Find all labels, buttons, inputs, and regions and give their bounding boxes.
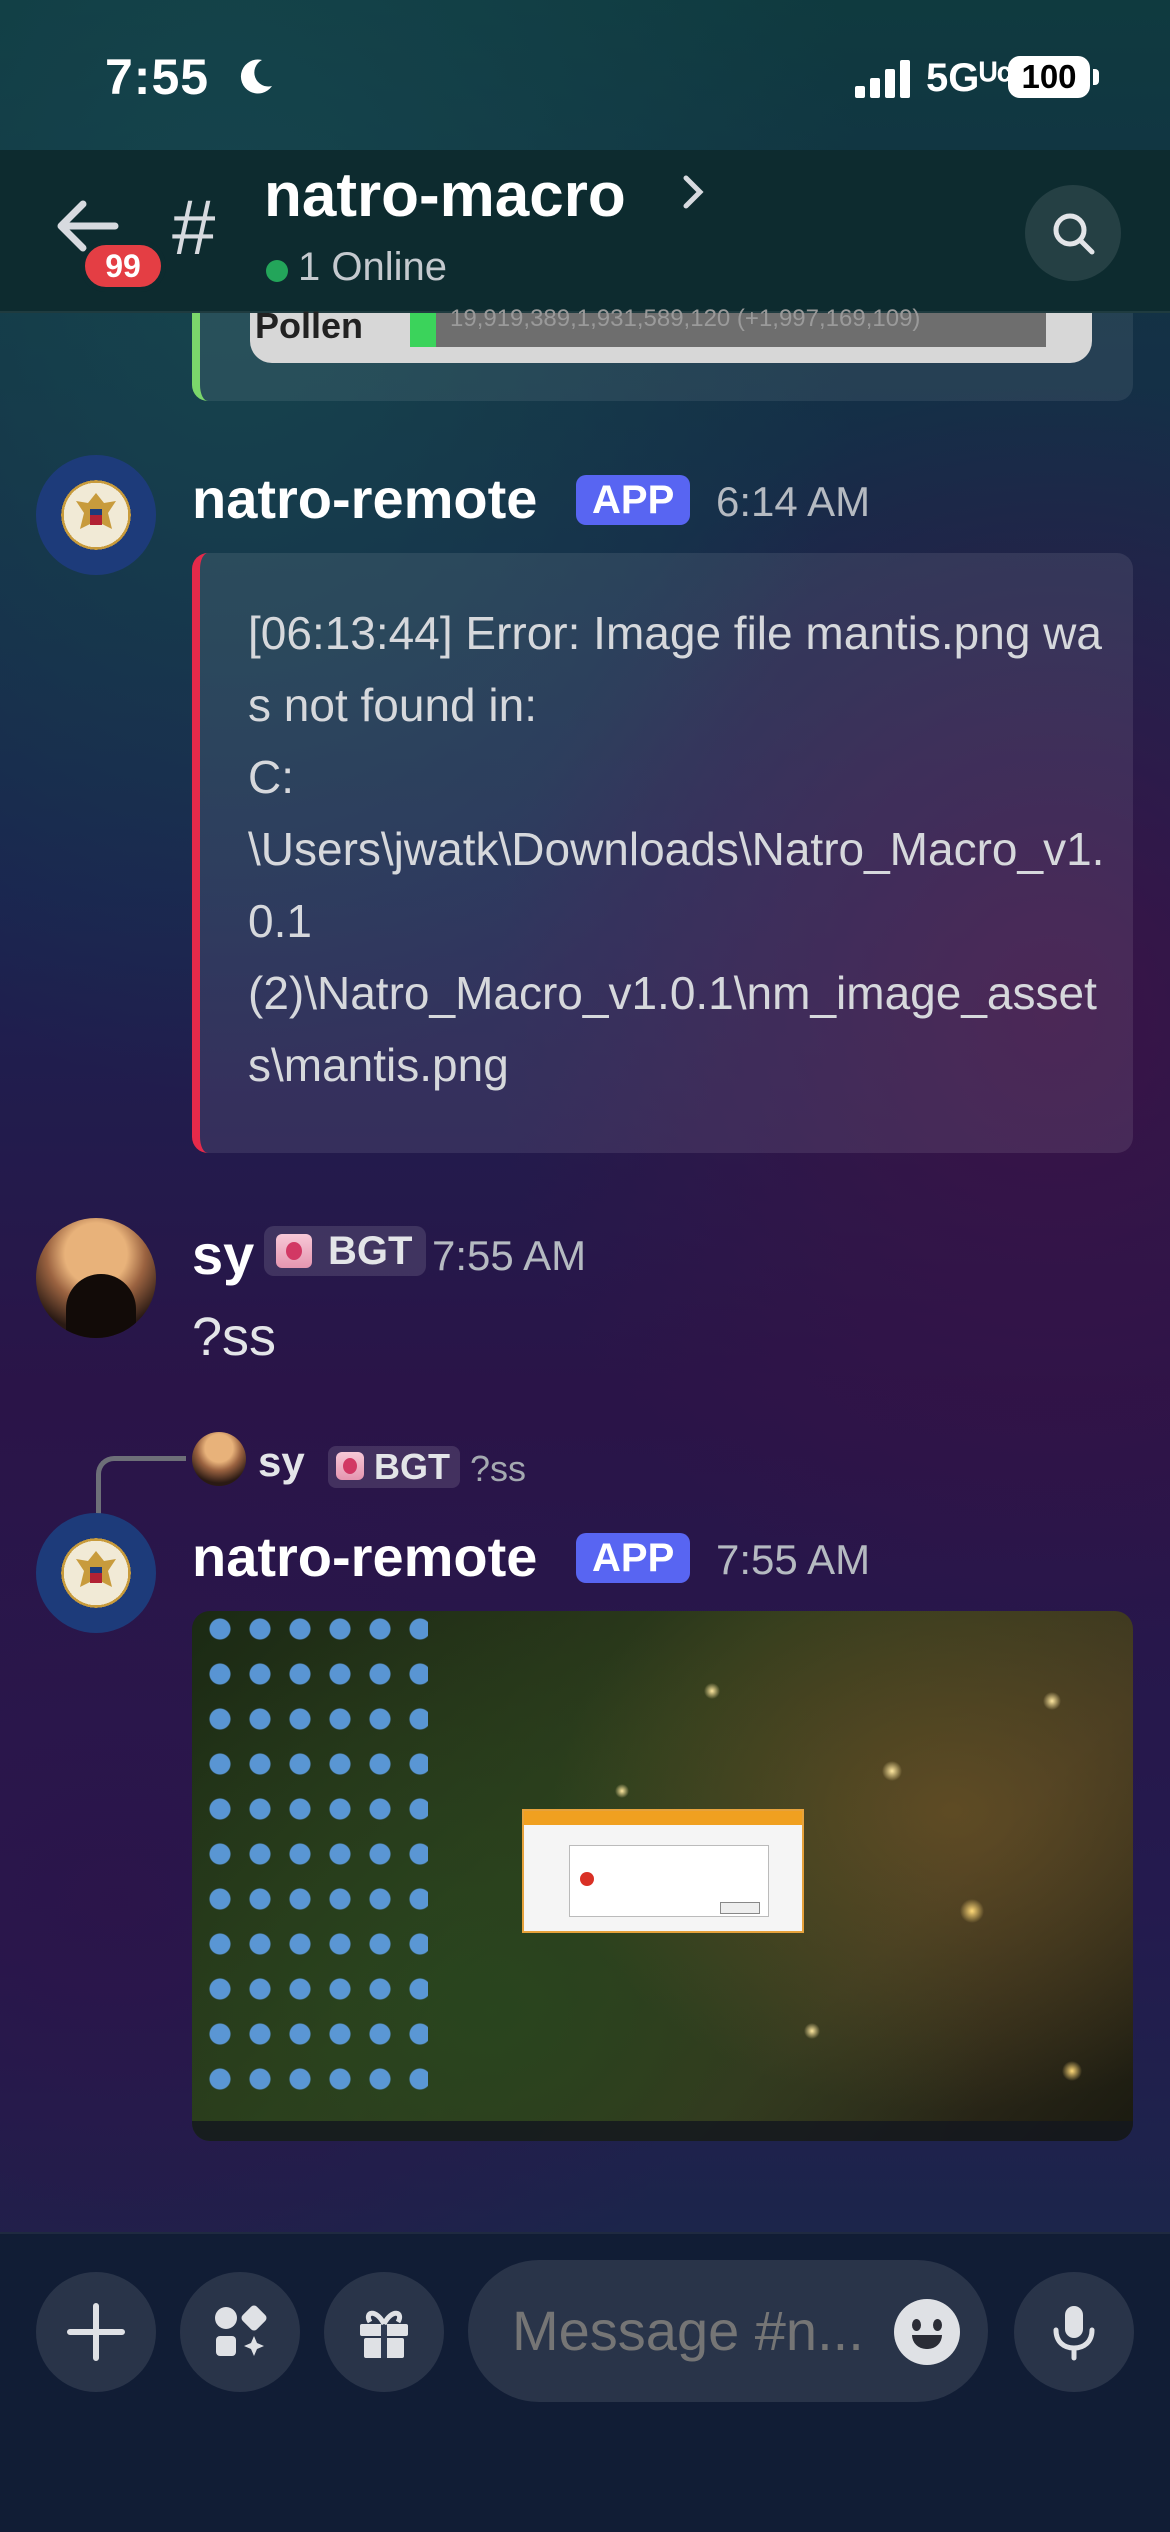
unread-badge: 99 (80, 240, 166, 292)
previous-embed-label: Pollen (255, 305, 364, 346)
reply-avatar (192, 1432, 246, 1486)
error-icon (580, 1872, 594, 1886)
role-icon (336, 1452, 364, 1480)
dialog-inner (569, 1845, 769, 1917)
online-status: 1 Online (298, 245, 447, 289)
moon-icon (240, 59, 272, 94)
role-tag: BGT (264, 1226, 427, 1276)
screenshot-attachment[interactable] (192, 1611, 1133, 2141)
network-label: 5Gᵁᶜ (926, 56, 1012, 100)
add-button[interactable] (36, 2272, 156, 2392)
taskbar (192, 2121, 1133, 2141)
role-icon (276, 1234, 312, 1268)
search-icon (1053, 213, 1095, 255)
avatar[interactable] (36, 455, 156, 575)
dialog-ok-button (720, 1902, 760, 1914)
app-tag: APP (576, 1533, 691, 1583)
message-author[interactable]: sy (192, 1222, 254, 1287)
channel-hash-icon: # (172, 183, 216, 271)
online-dot (266, 260, 288, 282)
voice-button[interactable] (1014, 2272, 1134, 2392)
avatar[interactable] (36, 1218, 156, 1338)
status-bar: 7:55 5Gᵁᶜ 100 (0, 0, 1170, 150)
emoji-mouth (912, 2335, 942, 2349)
eagle-seal-icon (76, 1551, 116, 1587)
emoji-icon[interactable] (894, 2299, 960, 2365)
role-label: BGT (328, 1229, 413, 1273)
microphone-icon (1053, 2306, 1095, 2361)
search-button[interactable] (1025, 185, 1121, 281)
dialog-titlebar (524, 1811, 802, 1825)
eagle-seal-icon (76, 493, 116, 529)
gift-icon (360, 2310, 408, 2358)
message-timestamp: 7:55 AM (716, 1536, 871, 1583)
message-author[interactable]: natro-remote (192, 466, 537, 531)
app-tag: APP (576, 475, 691, 525)
avatar[interactable] (36, 1513, 156, 1633)
channel-name[interactable]: natro-macro (264, 160, 626, 231)
signal-icon (855, 60, 910, 98)
battery-indicator: 100 (1008, 56, 1090, 98)
progress-fill (410, 313, 436, 347)
status-time: 7:55 (105, 49, 210, 105)
error-embed: [06:13:44] Error: Image file mantis.png … (192, 553, 1133, 1153)
error-dialog (522, 1809, 804, 1933)
message-author[interactable]: natro-remote (192, 1524, 537, 1589)
battery-nub (1093, 69, 1099, 85)
reply-role-label: BGT (374, 1446, 450, 1487)
previous-embed-value: 19,919,389,1,931,589,120 (+1,997,169,109… (450, 305, 921, 332)
chevron-right-icon[interactable] (678, 172, 708, 212)
message-content: ?ss (192, 1307, 277, 1367)
gift-button[interactable] (324, 2272, 444, 2392)
reply-content[interactable]: ?ss (470, 1448, 526, 1490)
error-embed-text: [06:13:44] Error: Image file mantis.png … (248, 607, 1105, 1091)
avatar-silhouette (66, 1274, 136, 1338)
desktop-icons (198, 1611, 428, 2111)
plus-icon (67, 2303, 125, 2361)
composer-bar (0, 2232, 1170, 2532)
message-timestamp: 7:55 AM (432, 1232, 587, 1279)
apps-icon (215, 2305, 267, 2356)
reply-author[interactable]: sy (258, 1438, 305, 1486)
reply-role-tag: BGT (328, 1446, 460, 1488)
message-timestamp: 6:14 AM (716, 478, 871, 525)
channel-header: 99 # natro-macro 1 Online (0, 150, 1170, 313)
reply-connector (96, 1456, 186, 1516)
apps-button[interactable] (180, 2272, 300, 2392)
